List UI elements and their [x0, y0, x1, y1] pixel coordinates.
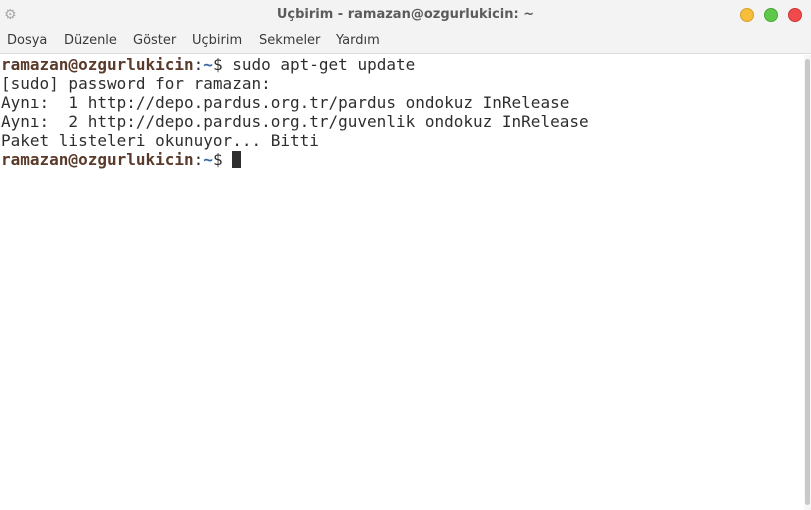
- prompt-user: ramazan@ozgurlukicin: [1, 150, 194, 169]
- text-cursor: [232, 151, 242, 168]
- menu-duzenle[interactable]: Düzenle: [64, 33, 117, 48]
- output-line: Aynı: 1 http://depo.pardus.org.tr/pardus…: [1, 93, 570, 112]
- command-text: [223, 150, 233, 169]
- menu-goster[interactable]: Göster: [133, 33, 176, 48]
- prompt-line: ramazan@ozgurlukicin:~$: [1, 150, 242, 169]
- window-title: Uçbirim - ramazan@ozgurlukicin: ~: [276, 7, 535, 22]
- output-line: [sudo] password for ramazan:: [1, 74, 271, 93]
- scrollbar[interactable]: [804, 55, 811, 510]
- prompt-symbol: $: [212, 55, 223, 74]
- prompt-separator: :: [193, 55, 204, 74]
- prompt-symbol: $: [212, 150, 223, 169]
- terminal-output[interactable]: ramazan@ozgurlukicin:~$ sudo apt-get upd…: [0, 55, 804, 510]
- prompt-user: ramazan@ozgurlukicin: [1, 55, 194, 74]
- minimize-button[interactable]: [740, 8, 754, 22]
- menu-dosya[interactable]: Dosya: [7, 33, 47, 48]
- prompt-path: ~: [203, 55, 213, 74]
- menu-sekmeler[interactable]: Sekmeler: [259, 33, 320, 48]
- prompt-line: ramazan@ozgurlukicin:~$ sudo apt-get upd…: [1, 55, 415, 74]
- menu-yardim[interactable]: Yardım: [336, 33, 380, 48]
- command-text: sudo apt-get update: [222, 55, 416, 74]
- scrollbar-thumb[interactable]: [805, 59, 810, 505]
- maximize-button[interactable]: [764, 8, 778, 22]
- output-line: Paket listeleri okunuyor... Bitti: [1, 131, 319, 150]
- prompt-path: ~: [203, 150, 213, 169]
- menu-ucbirim[interactable]: Uçbirim: [192, 33, 242, 48]
- close-button[interactable]: [788, 8, 802, 22]
- menu-bar: Dosya Düzenle Göster Uçbirim Sekmeler Ya…: [0, 30, 811, 54]
- title-bar[interactable]: ⚙ Uçbirim - ramazan@ozgurlukicin: ~: [0, 0, 811, 31]
- output-line: Aynı: 2 http://depo.pardus.org.tr/guvenl…: [1, 112, 589, 131]
- prompt-separator: :: [193, 150, 204, 169]
- terminal-window: ⚙ Uçbirim - ramazan@ozgurlukicin: ~ Dosy…: [0, 0, 811, 510]
